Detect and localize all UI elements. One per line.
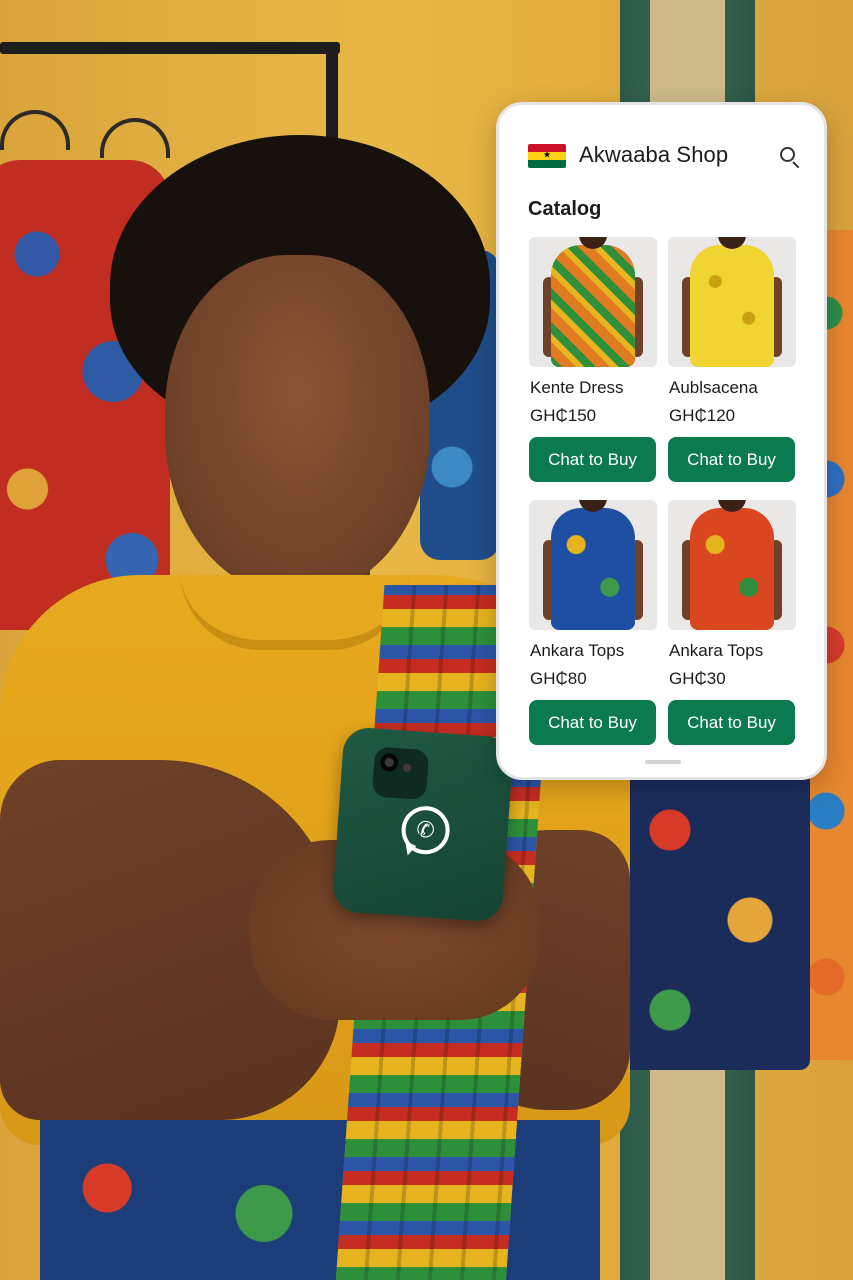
- dress-photo: [551, 245, 635, 367]
- chat-to-buy-button[interactable]: Chat to Buy: [668, 700, 795, 745]
- chat-to-buy-button[interactable]: Chat to Buy: [529, 700, 656, 745]
- product-price: GH₵30: [669, 669, 726, 688]
- product-name: Ankara Tops: [669, 641, 764, 660]
- product-image[interactable]: [529, 237, 657, 367]
- product-card[interactable]: Kente Dress GH₵150 Chat to Buy: [529, 237, 657, 487]
- dress-photo: [690, 508, 774, 630]
- flag-star-icon: ★: [542, 150, 552, 161]
- product-price: GH₵120: [669, 406, 736, 425]
- phone-app-mockup: ★ Akwaaba Shop Catalog Kente Dress GH₵15…: [496, 102, 827, 780]
- shop-title: Akwaaba Shop: [579, 142, 729, 167]
- print-skirt: [40, 1120, 600, 1280]
- camera-lens: [379, 752, 399, 773]
- search-icon: [780, 147, 795, 162]
- camera-lens: [401, 762, 413, 774]
- whatsapp-icon: ✆: [399, 804, 452, 856]
- dress-photo: [551, 508, 635, 630]
- product-image[interactable]: [668, 237, 796, 367]
- face: [165, 255, 430, 595]
- product-card[interactable]: Aublsacena GH₵120 Chat to Buy: [668, 237, 796, 487]
- product-name: Kente Dress: [530, 378, 624, 397]
- chat-to-buy-button[interactable]: Chat to Buy: [529, 437, 656, 482]
- product-price: GH₵150: [530, 406, 597, 425]
- product-image[interactable]: [529, 500, 657, 630]
- home-indicator: [645, 760, 681, 764]
- app-header: ★ Akwaaba Shop: [499, 105, 824, 205]
- held-smartphone: ✆: [331, 726, 515, 923]
- product-card[interactable]: Ankara Tops GH₵30 Chat to Buy: [668, 500, 796, 750]
- catalog-heading: Catalog: [528, 198, 602, 220]
- ghana-flag-icon: ★: [528, 144, 566, 168]
- search-button[interactable]: [777, 145, 803, 171]
- product-price: GH₵80: [530, 669, 587, 688]
- camera-module: [371, 746, 430, 801]
- product-card[interactable]: Ankara Tops GH₵80 Chat to Buy: [529, 500, 657, 750]
- product-name: Ankara Tops: [530, 641, 625, 660]
- chat-to-buy-button[interactable]: Chat to Buy: [668, 437, 795, 482]
- product-name: Aublsacena: [669, 378, 758, 397]
- product-image[interactable]: [668, 500, 796, 630]
- dress-photo: [690, 245, 774, 367]
